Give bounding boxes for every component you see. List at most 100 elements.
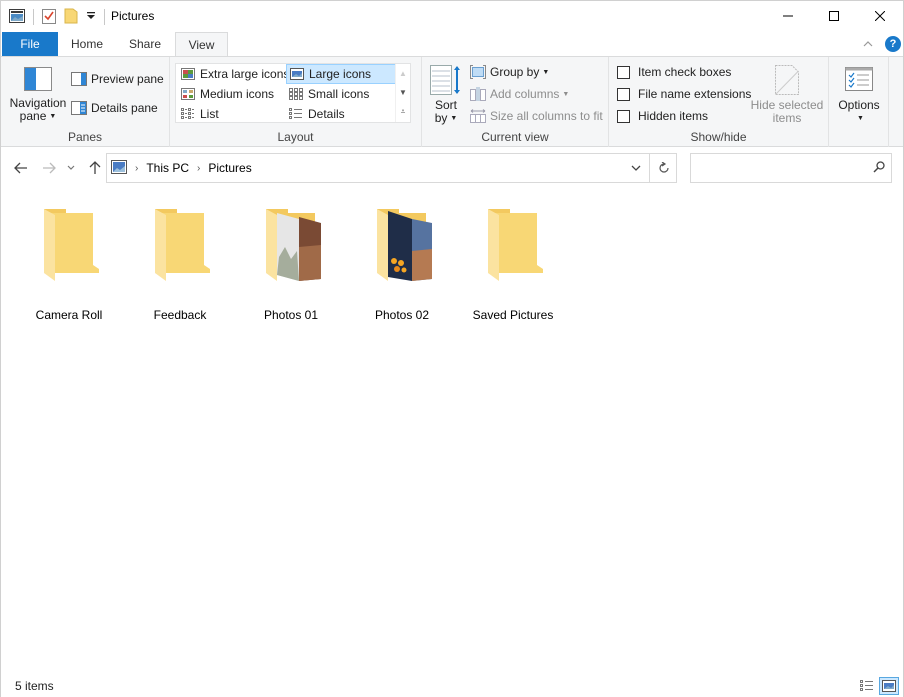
tab-view[interactable]: View bbox=[175, 32, 228, 57]
folder-name: Photos 02 bbox=[374, 308, 430, 322]
photo-folder-icon bbox=[377, 209, 432, 281]
explorer-window-icon[interactable] bbox=[9, 8, 25, 26]
maximize-button[interactable] bbox=[811, 1, 857, 31]
details-view-toggle[interactable] bbox=[857, 677, 877, 695]
size-columns-icon bbox=[470, 109, 486, 123]
tab-file[interactable]: File bbox=[2, 32, 58, 56]
chevron-down-icon bbox=[67, 165, 75, 170]
layout-medium-icons[interactable]: Medium icons bbox=[178, 84, 286, 104]
hide-selected-items-button[interactable]: Hide selected items bbox=[749, 65, 825, 125]
item-check-boxes-checkbox[interactable]: Item check boxes bbox=[617, 65, 731, 79]
layout-details[interactable]: Details bbox=[286, 104, 394, 124]
large-icons-view-toggle[interactable] bbox=[879, 677, 899, 695]
recent-locations-button[interactable] bbox=[64, 159, 78, 177]
close-button[interactable] bbox=[857, 1, 903, 31]
arrow-left-icon bbox=[14, 162, 27, 174]
dropdown-arrow-icon: ▼ bbox=[857, 115, 864, 123]
collapse-ribbon-button[interactable] bbox=[863, 37, 873, 51]
gallery-scrollbar[interactable]: ▲ ▼ ⩡ bbox=[395, 64, 410, 122]
file-name-extensions-checkbox[interactable]: File name extensions bbox=[617, 87, 751, 101]
layout-small-icons[interactable]: Small icons bbox=[286, 84, 394, 104]
back-button[interactable] bbox=[11, 159, 31, 177]
add-columns-icon bbox=[470, 87, 486, 101]
layout-list[interactable]: List bbox=[178, 104, 286, 124]
minimize-icon bbox=[783, 15, 793, 17]
tab-home[interactable]: Home bbox=[58, 32, 116, 56]
window-title: Pictures bbox=[111, 9, 155, 23]
folder-item[interactable]: Camera Roll bbox=[19, 203, 119, 322]
list-view-icon bbox=[181, 108, 195, 120]
breadcrumb-this-pc[interactable]: This PC bbox=[146, 161, 189, 175]
dropdown-arrow-icon: ▼ bbox=[562, 90, 570, 98]
small-icons-label: Small icons bbox=[308, 87, 370, 101]
sort-icon bbox=[430, 65, 460, 95]
preview-pane-label: Preview pane bbox=[91, 72, 164, 86]
preview-pane-button[interactable]: Preview pane bbox=[71, 69, 164, 89]
group-by-icon bbox=[470, 65, 486, 79]
gallery-scroll-up-icon[interactable]: ▲ bbox=[396, 64, 410, 83]
options-label: Options bbox=[838, 98, 880, 112]
qat-separator bbox=[33, 9, 34, 25]
details-pane-label: Details pane bbox=[91, 101, 158, 115]
address-history-dropdown[interactable] bbox=[623, 154, 649, 182]
large-icons-icon bbox=[290, 68, 304, 80]
navigation-pane-icon bbox=[24, 67, 52, 91]
breadcrumb-separator-icon[interactable]: › bbox=[197, 163, 200, 174]
search-icon[interactable] bbox=[873, 161, 885, 176]
folder-name: Camera Roll bbox=[35, 308, 103, 322]
layout-extra-large-icons[interactable]: Extra large icons bbox=[178, 64, 289, 84]
up-button[interactable] bbox=[85, 159, 105, 177]
group-label-show-hide: Show/hide bbox=[690, 130, 747, 144]
checkbox-box[interactable] bbox=[617, 65, 630, 79]
breadcrumb-pictures[interactable]: Pictures bbox=[208, 161, 251, 175]
options-button[interactable]: Options ▼ bbox=[833, 67, 885, 125]
add-columns-button[interactable]: Add columns ▼ bbox=[470, 84, 569, 104]
size-all-columns-button[interactable]: Size all columns to fit bbox=[470, 106, 603, 126]
checkbox-box[interactable] bbox=[617, 87, 630, 101]
customize-dropdown-icon[interactable] bbox=[86, 10, 96, 24]
folder-item[interactable]: Saved Pictures bbox=[463, 203, 563, 322]
folder-item[interactable]: Feedback bbox=[130, 203, 230, 322]
size-columns-label: Size all columns to fit bbox=[490, 109, 603, 123]
group-layout: Extra large icons Large icons Medium ico… bbox=[170, 57, 422, 147]
hidden-items-checkbox[interactable]: Hidden items bbox=[617, 109, 708, 123]
group-current-view: Sort by ▼ Group by ▼ Add columns ▼ Size all… bbox=[422, 57, 609, 147]
file-explorer-window: Pictures File Home Share View ? Navigati… bbox=[0, 0, 904, 697]
refresh-icon bbox=[658, 162, 669, 173]
search-input[interactable] bbox=[695, 158, 865, 178]
help-button[interactable]: ? bbox=[885, 36, 901, 52]
minimize-button[interactable] bbox=[765, 1, 811, 31]
sort-by-button[interactable]: Sort by ▼ bbox=[428, 65, 464, 125]
navigation-bar: › This PC › Pictures bbox=[1, 148, 903, 188]
medium-icons-label: Medium icons bbox=[200, 87, 275, 101]
file-list: Camera Roll Feedback Photos 01 Photos 02… bbox=[1, 189, 903, 673]
layout-large-icons[interactable]: Large icons bbox=[286, 64, 396, 84]
medium-icons-icon bbox=[181, 88, 195, 100]
title-bar: Pictures bbox=[1, 1, 903, 32]
group-by-label: Group by bbox=[490, 65, 540, 79]
forward-button[interactable] bbox=[39, 159, 59, 177]
group-by-button[interactable]: Group by ▼ bbox=[470, 62, 549, 82]
large-icons-label: Large icons bbox=[309, 67, 372, 81]
refresh-button[interactable] bbox=[649, 154, 677, 182]
breadcrumb-separator-icon[interactable]: › bbox=[135, 163, 138, 174]
gallery-scroll-down-icon[interactable]: ▼ bbox=[396, 83, 410, 102]
folder-item[interactable]: Photos 01 bbox=[241, 203, 341, 322]
qat-separator bbox=[104, 9, 105, 25]
folder-name: Feedback bbox=[153, 308, 207, 322]
gallery-expand-icon[interactable]: ⩡ bbox=[396, 102, 410, 121]
navigation-pane-button[interactable]: Navigation pane ▼ bbox=[7, 67, 69, 123]
arrow-right-icon bbox=[43, 162, 56, 174]
address-bar[interactable]: › This PC › Pictures bbox=[106, 153, 677, 183]
details-pane-button[interactable]: Details pane bbox=[71, 98, 158, 118]
checkbox-box[interactable] bbox=[617, 109, 630, 123]
properties-icon[interactable] bbox=[42, 8, 56, 27]
search-box[interactable] bbox=[690, 153, 892, 183]
chevron-down-icon bbox=[631, 165, 641, 171]
details-pane-icon bbox=[71, 101, 87, 115]
new-folder-icon[interactable] bbox=[64, 8, 78, 27]
pictures-location-icon bbox=[111, 159, 127, 177]
details-view-icon bbox=[860, 680, 873, 691]
folder-item[interactable]: Photos 02 bbox=[352, 203, 452, 322]
tab-share[interactable]: Share bbox=[116, 32, 174, 56]
